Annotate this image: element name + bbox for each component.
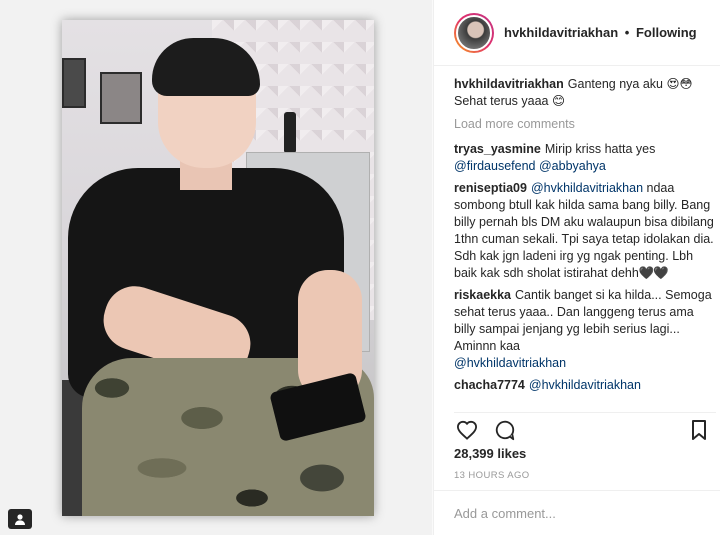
following-button[interactable]: Following	[636, 25, 697, 40]
comment-mention[interactable]: @hvkhildavitriakhan	[454, 356, 566, 370]
likes-count[interactable]: 28,399 likes	[454, 446, 526, 461]
comment-mention[interactable]: @abbyahya	[539, 159, 606, 173]
comment-mention[interactable]: @hvkhildavitriakhan	[529, 378, 641, 392]
like-button[interactable]	[454, 417, 480, 443]
separator-dot: •	[624, 25, 630, 40]
hearts-emoji: 🖤🖤	[638, 266, 669, 280]
list-item: riskaekka Cantik banget si ka hilda... Se…	[454, 287, 716, 372]
caption: hvkhildavitriakhan Ganteng nya aku 😍😳 Seh…	[454, 76, 716, 110]
header-text: hvkhildavitriakhan • Following	[504, 25, 697, 40]
comment-text: Mirip kriss hatta yes	[544, 142, 656, 156]
post-sidebar: hvkhildavitriakhan • Following hvkhildav…	[433, 0, 720, 535]
emoji-flushed: 😳	[679, 77, 693, 91]
load-more-comments-button[interactable]: Load more comments	[454, 116, 716, 133]
comment-username[interactable]: reniseptia09	[454, 181, 527, 195]
comment-username[interactable]: riskaekka	[454, 288, 511, 302]
comment-icon	[495, 420, 515, 440]
comment-username[interactable]: tryas_yasmine	[454, 142, 541, 156]
heart-icon	[456, 420, 478, 440]
bottle	[284, 112, 296, 152]
action-bar	[454, 412, 716, 446]
avatar[interactable]	[454, 12, 494, 53]
comment-button[interactable]	[492, 417, 518, 443]
comment-text: ndaa sombong btull kak hilda sama bang b…	[454, 181, 714, 280]
list-item: tryas_yasmine Mirip kriss hatta yes @fird…	[454, 141, 716, 175]
caption-text-2: Sehat terus yaaa	[454, 94, 549, 108]
photo-panel	[0, 0, 432, 535]
caption-username[interactable]: hvkhildavitriakhan	[454, 77, 564, 91]
wall-frame	[62, 58, 86, 108]
list-item: chacha7774 @hvkhildavitriakhan	[454, 377, 716, 394]
comment-input[interactable]	[454, 505, 694, 521]
comment-username[interactable]: chacha7774	[454, 378, 525, 392]
user-tag-icon[interactable]	[8, 509, 32, 529]
post-header: hvkhildavitriakhan • Following	[434, 0, 720, 66]
post-photo[interactable]	[62, 20, 374, 516]
wall-frame	[100, 72, 142, 124]
header-username[interactable]: hvkhildavitriakhan	[504, 25, 618, 40]
emoji-heart-eyes: 😍	[666, 77, 680, 91]
save-button[interactable]	[686, 417, 712, 443]
add-comment-bar	[434, 490, 720, 535]
bookmark-icon	[692, 419, 706, 440]
post-timestamp: 13 HOURS AGO	[454, 470, 530, 481]
comments-list: hvkhildavitriakhan Ganteng nya aku 😍😳 Seh…	[454, 76, 716, 406]
comment-mention[interactable]: @hvkhildavitriakhan	[531, 181, 643, 195]
list-item: reniseptia09 @hvkhildavitriakhan ndaa som…	[454, 180, 716, 282]
caption-text: Ganteng nya aku	[567, 77, 663, 91]
emoji-smile: 😊	[552, 94, 566, 108]
comment-mention[interactable]: @firdausefend	[454, 159, 536, 173]
